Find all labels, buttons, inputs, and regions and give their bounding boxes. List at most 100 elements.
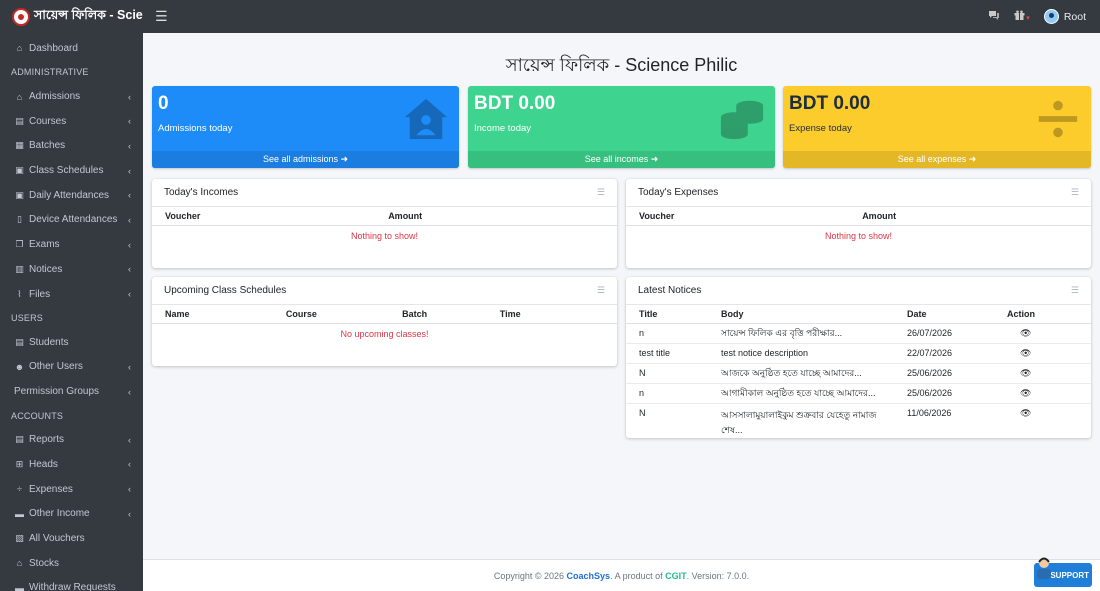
column-header: Action xyxy=(994,305,1091,324)
sidebar-item-withdraw-requests[interactable]: ▬ Withdraw Requests xyxy=(0,576,143,591)
menu-toggle-icon[interactable]: ☰ xyxy=(155,8,168,25)
sidebar-item-label: Files xyxy=(29,288,51,300)
list-icon[interactable]: ☰ xyxy=(1071,187,1079,198)
sidebar-item-expenses[interactable]: ÷ Expenses ‹ xyxy=(0,477,143,502)
chevron-left-icon: ‹ xyxy=(128,386,131,397)
navbar-right: ▾ Root xyxy=(988,9,1100,24)
gift-icon[interactable]: ▾ xyxy=(1014,10,1030,23)
sidebar-item-label: Batches xyxy=(29,140,66,152)
chevron-left-icon: ‹ xyxy=(128,459,131,470)
sidebar-item-batches[interactable]: ▦ Batches ‹ xyxy=(0,134,143,159)
sidebar-item-dashboard[interactable]: ⌂ Dashboard xyxy=(0,36,143,61)
sidebar-item-other-income[interactable]: ▬ Other Income ‹ xyxy=(0,502,143,527)
eye-icon[interactable]: 👁 xyxy=(1020,328,1031,339)
warehouse-icon: ⌂ xyxy=(16,558,23,569)
sidebar-item-all-vouchers[interactable]: ▧ All Vouchers xyxy=(0,526,143,551)
footer-prefix: Copyright © 2026 xyxy=(493,571,567,581)
see-all-admissions-link[interactable]: See all admissions ➜ xyxy=(152,151,459,168)
sitemap-icon: ⊞ xyxy=(15,458,24,469)
stat-box-admissions: 0 Admissions today See all admissions ➜ xyxy=(152,86,459,168)
chevron-left-icon: ‹ xyxy=(128,214,131,225)
sidebar-item-label: Dashboard xyxy=(29,42,78,54)
notice-title: n xyxy=(626,382,708,403)
latest-notices-card: Latest Notices ☰ Title Body Date Action … xyxy=(626,277,1091,438)
notices-table: Title Body Date Action n সায়েন্স ফিলিক … xyxy=(626,305,1091,438)
eye-icon[interactable]: 👁 xyxy=(1020,348,1031,359)
coachsys-link[interactable]: CoachSys xyxy=(567,571,611,581)
eye-icon[interactable]: 👁 xyxy=(1020,388,1031,399)
calendar-check-icon: ▣ xyxy=(15,189,24,200)
sidebar-item-admissions[interactable]: ⌂ Admissions ‹ xyxy=(0,84,143,109)
card-header: Today's Incomes ☰ xyxy=(152,179,617,207)
expenses-table: Voucher Amount Nothing to show! xyxy=(626,207,1091,246)
sidebar-item-label: Permission Groups xyxy=(14,386,100,398)
chevron-left-icon: ‹ xyxy=(128,434,131,445)
arrow-circle-right-icon: ➜ xyxy=(968,154,977,164)
stat-value: 0 xyxy=(158,93,169,114)
list-icon[interactable]: ☰ xyxy=(597,187,605,198)
sidebar-item-label: Reports xyxy=(29,434,65,446)
arrow-circle-right-icon: ➜ xyxy=(650,154,659,164)
sidebar-item-stocks[interactable]: ⌂ Stocks xyxy=(0,551,143,576)
list-icon[interactable]: ☰ xyxy=(1071,285,1079,296)
user-menu[interactable]: Root xyxy=(1043,9,1086,24)
book-icon: ▤ xyxy=(15,115,24,126)
notice-body: আসসালামুয়ালাইকুম শুক্রবার যেহেতু নামাজ … xyxy=(708,402,894,438)
notice-date: 25/06/2026 xyxy=(894,382,994,403)
sidebar-item-device-attendances[interactable]: ▯ Device Attendances ‹ xyxy=(0,208,143,233)
table-row: N আজকে অনুষ্ঠিত হতে যাচ্ছে আমাদের... 25/… xyxy=(626,362,1091,383)
chevron-left-icon: ‹ xyxy=(128,165,131,176)
eye-icon[interactable]: 👁 xyxy=(1020,408,1031,419)
sidebar-item-label: Notices xyxy=(29,263,63,275)
clipboard-icon: ▥ xyxy=(15,263,24,274)
sidebar-item-courses[interactable]: ▤ Courses ‹ xyxy=(0,109,143,134)
sidebar-item-label: Expenses xyxy=(29,483,73,495)
card-title: Upcoming Class Schedules xyxy=(164,285,287,296)
sidebar-item-students[interactable]: ▤ Students xyxy=(0,330,143,355)
grid-icon: ▦ xyxy=(15,140,24,151)
card-title: Today's Incomes xyxy=(164,187,239,198)
notice-body: আগামীকাল অনুষ্ঠিত হতে যাচ্ছে আমাদের... xyxy=(708,382,894,403)
top-navbar: সায়েন্স ফিলিক - Science Philic ☰ ▾ Root xyxy=(0,0,1100,33)
receipt-icon: ▧ xyxy=(15,533,24,544)
sidebar-item-permission-groups[interactable]: Permission Groups ‹ xyxy=(0,379,143,404)
notice-date: 22/07/2026 xyxy=(894,342,994,363)
column-header: Amount xyxy=(375,207,617,226)
sidebar-item-class-schedules[interactable]: ▣ Class Schedules ‹ xyxy=(0,158,143,183)
eye-icon[interactable]: 👁 xyxy=(1020,368,1031,379)
messages-icon[interactable] xyxy=(988,10,1000,23)
stat-label: Admissions today xyxy=(158,123,233,134)
sidebar-item-label: Students xyxy=(29,336,69,348)
sidebar-item-label: All Vouchers xyxy=(29,533,85,545)
support-label: SUPPORT xyxy=(1050,570,1089,580)
id-card-icon: ▤ xyxy=(15,336,24,347)
brand[interactable]: সায়েন্স ফিলিক - Science Philic xyxy=(0,0,143,33)
sidebar-item-label: Class Schedules xyxy=(29,165,104,177)
see-all-expenses-link[interactable]: See all expenses ➜ xyxy=(783,151,1091,168)
schedules-table: Name Course Batch Time No upcoming class… xyxy=(152,305,617,344)
sidebar-item-exams[interactable]: ❐ Exams ‹ xyxy=(0,232,143,257)
sidebar-item-reports[interactable]: ▤ Reports ‹ xyxy=(0,427,143,452)
see-all-incomes-link[interactable]: See all incomes ➜ xyxy=(468,151,775,168)
notice-date: 25/06/2026 xyxy=(894,362,994,383)
stat-box-income: BDT 0.00 Income today See all incomes ➜ xyxy=(468,86,775,168)
notice-title: test title xyxy=(626,342,708,363)
sidebar-item-heads[interactable]: ⊞ Heads ‹ xyxy=(0,452,143,477)
column-header: Amount xyxy=(849,207,1091,226)
sidebar-item-other-users[interactable]: ☻ Other Users ‹ xyxy=(0,355,143,380)
support-button[interactable]: SUPPORT xyxy=(1034,557,1092,587)
cgit-link[interactable]: CGIT xyxy=(665,571,687,581)
sidebar-item-files[interactable]: ⌇ Files ‹ xyxy=(0,282,143,307)
list-icon[interactable]: ☰ xyxy=(597,285,605,296)
home-user-icon xyxy=(404,98,448,140)
stat-value: BDT 0.00 xyxy=(474,93,556,114)
sidebar-item-notices[interactable]: ▥ Notices ‹ xyxy=(0,257,143,282)
sidebar-item-label: Device Attendances xyxy=(29,214,118,226)
stat-label: Income today xyxy=(474,123,532,134)
column-header: Course xyxy=(272,305,390,324)
sidebar-item-label: Stocks xyxy=(29,557,60,569)
column-header: Time xyxy=(486,305,617,324)
card-header: Upcoming Class Schedules ☰ xyxy=(152,277,617,305)
chevron-left-icon: ‹ xyxy=(128,190,131,201)
sidebar-item-daily-attendances[interactable]: ▣ Daily Attendances ‹ xyxy=(0,183,143,208)
